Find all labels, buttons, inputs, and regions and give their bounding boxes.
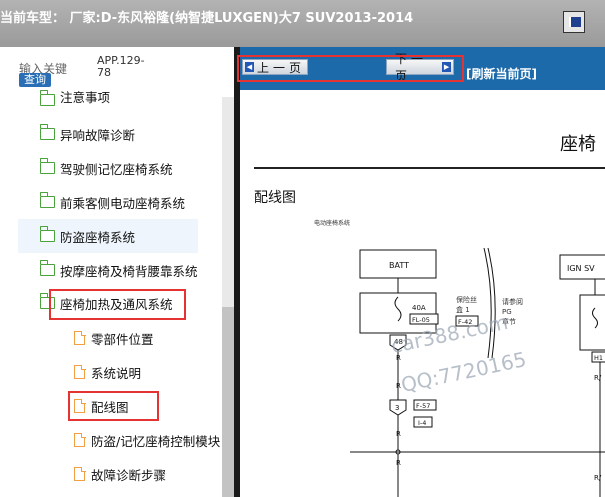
folder-icon — [39, 158, 55, 174]
highlight-box — [68, 391, 159, 421]
wire-label: R — [396, 459, 401, 467]
tree-item-massage-seat[interactable]: 按摩座椅及椅背腰靠系统 — [39, 255, 198, 285]
conn-2: I-4 — [418, 419, 426, 427]
page-icon — [74, 432, 86, 447]
ref-note-1: 请参阅 — [502, 297, 523, 306]
tree-item-noise-diagnosis[interactable]: 异响故障诊断 — [39, 119, 136, 149]
tree-item-label: 异响故障诊断 — [60, 127, 136, 143]
document-view: 座椅 配线图 电动座椅系统 BATT 40A FL-05 保险丝 盒 1 F-4… — [240, 90, 605, 497]
pin-2: 3 — [395, 404, 399, 412]
page-icon — [74, 364, 86, 379]
tree-item-system-description[interactable]: 系统说明 — [74, 357, 141, 387]
fuse-note-1: 保险丝 — [456, 295, 477, 304]
right-wire-label: R/ — [594, 474, 602, 482]
tree-item-antitheft-seat[interactable]: 防盗座椅系统 — [18, 219, 198, 253]
tree-item-notes[interactable]: 注意事项 — [40, 86, 110, 106]
highlight-box — [237, 55, 464, 82]
tree-scrollbar[interactable] — [222, 97, 234, 497]
tree-item-driver-memory-seat[interactable]: 驾驶侧记忆座椅系统 — [39, 153, 173, 183]
wire-label: R — [396, 430, 401, 438]
ign-label: IGN SV — [567, 264, 595, 273]
tree-item-label: 零部件位置 — [91, 331, 154, 347]
tree-item-component-location[interactable]: 零部件位置 — [74, 323, 154, 353]
fuse-note-2: 盒 1 — [456, 305, 470, 314]
page-icon — [74, 330, 86, 345]
right-fuse-box — [579, 294, 605, 351]
search-button[interactable]: 查询 — [19, 73, 51, 87]
tree-item-troubleshooting[interactable]: 故障诊断步骤 — [74, 459, 166, 489]
tree-item-control-module[interactable]: 防盗/记忆座椅控制模块 — [74, 425, 220, 455]
tree-item-label: 注意事项 — [60, 90, 111, 105]
tree-item-label: 故障诊断步骤 — [91, 467, 167, 483]
fuse-id: FL-05 — [412, 316, 430, 324]
doc-toolbar: ◀ 上一页 下一页 ▶ [刷新当前页] — [237, 47, 605, 90]
search-input[interactable]: APP.129-78 — [97, 55, 147, 83]
tree-item-label: 驾驶侧记忆座椅系统 — [60, 161, 173, 177]
conn-1: F-57 — [416, 402, 430, 410]
window-title: 当前车型： 厂家:D-东风裕隆(纳智捷LUXGEN)大7 SUV2013-201… — [0, 11, 414, 26]
folder-icon — [39, 192, 55, 208]
left-panel: 输入关键 查询 APP.129-78 注意事项 异响故障诊断 驾驶侧记忆座椅系统… — [0, 47, 234, 497]
folder-icon — [39, 124, 55, 140]
page-icon — [74, 466, 86, 481]
tree-item-label: 防盗/记忆座椅控制模块 — [91, 433, 221, 449]
diagram-caption: 电动座椅系统 — [314, 219, 350, 227]
folder-icon — [40, 90, 55, 106]
folder-icon — [39, 260, 55, 276]
right-wire-label: R/ — [594, 374, 602, 382]
folder-icon — [39, 226, 55, 242]
fuse-amp: 40A — [412, 304, 426, 312]
tree-item-label: 系统说明 — [91, 365, 142, 381]
right-pin: H1 — [594, 354, 603, 362]
tree-item-label: 前乘客侧电动座椅系统 — [60, 195, 186, 211]
window-menu-icon[interactable] — [563, 11, 585, 33]
highlight-box — [49, 289, 186, 320]
batt-label: BATT — [389, 261, 409, 270]
tree-item-passenger-power-seat[interactable]: 前乘客侧电动座椅系统 — [39, 187, 186, 217]
tree-item-label: 防盗座椅系统 — [60, 229, 136, 245]
refresh-page-link[interactable]: [刷新当前页] — [466, 65, 537, 82]
tree-item-label: 按摩座椅及椅背腰靠系统 — [60, 263, 198, 279]
title-bar: 当前车型： 厂家:D-东风裕隆(纳智捷LUXGEN)大7 SUV2013-201… — [0, 0, 605, 47]
scrollbar-thumb[interactable] — [222, 307, 234, 497]
wiring-diagram: 电动座椅系统 BATT 40A FL-05 保险丝 盒 1 F-42 请参阅 P… — [314, 219, 605, 497]
bracket-line — [483, 247, 496, 359]
